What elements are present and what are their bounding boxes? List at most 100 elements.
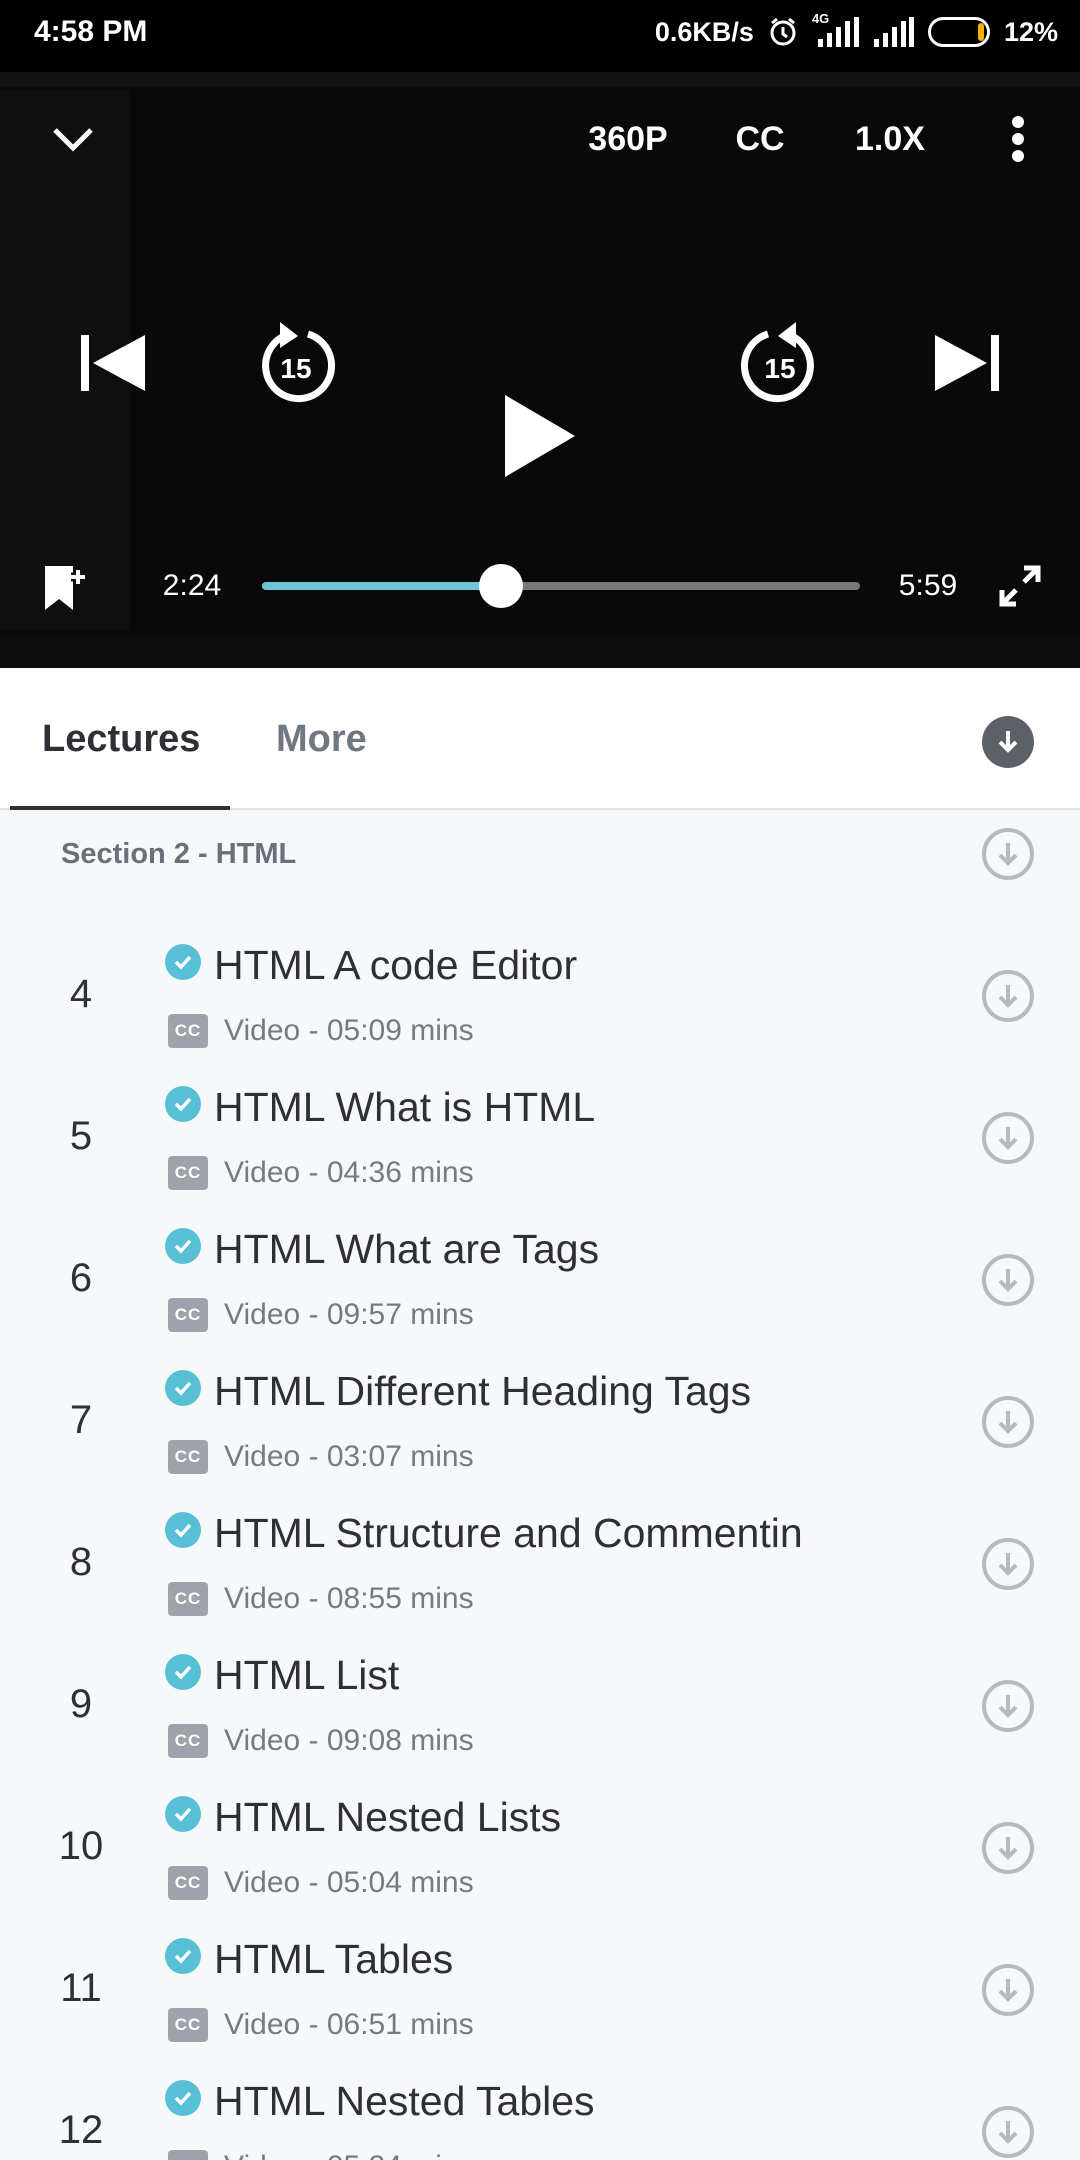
seek-bar-thumb[interactable]	[479, 564, 524, 608]
lecture-meta: Video - 09:57 mins	[224, 1298, 474, 1331]
lecture-download-button[interactable]	[982, 1396, 1034, 1448]
play-icon	[505, 395, 575, 477]
download-icon	[998, 985, 1018, 1008]
collapse-button[interactable]	[46, 112, 100, 166]
lecture-download-button[interactable]	[982, 1964, 1034, 2016]
more-options-button[interactable]	[1000, 108, 1036, 170]
captions-button[interactable]: CC	[722, 112, 798, 166]
closed-captions-icon: CC	[168, 2008, 208, 2042]
status-indicators: 0.6KB/s 4G 12%	[654, 11, 1058, 52]
active-tab-indicator	[10, 806, 230, 810]
tab-lectures[interactable]: Lectures	[42, 718, 200, 761]
bookmark-add-icon	[45, 566, 85, 610]
lecture-number: 8	[69, 1540, 93, 1584]
lecture-meta: Video - 06:51 mins	[224, 2008, 474, 2041]
fullscreen-icon	[999, 565, 1041, 607]
lecture-row[interactable]: 8 HTML Structure and Commentin CC Video - 0…	[0, 1498, 1080, 1640]
lecture-meta: Video - 05:24 mins	[224, 2150, 474, 2160]
lecture-row[interactable]: 10 HTML Nested Lists CC Video - 05:04 mins	[0, 1782, 1080, 1924]
previous-button[interactable]	[76, 326, 150, 400]
play-button[interactable]	[496, 388, 582, 484]
seek-bar[interactable]	[262, 564, 860, 608]
lecture-meta: Video - 05:04 mins	[224, 1866, 474, 1899]
closed-captions-icon: CC	[168, 1298, 208, 1332]
status-bar: 4:58 PM 0.6KB/s 4G 12%	[0, 0, 1080, 72]
closed-captions-icon: CC	[168, 1014, 208, 1048]
download-icon	[998, 1127, 1018, 1150]
speed-button[interactable]: 1.0X	[842, 112, 938, 166]
lecture-title: HTML Tables	[214, 1936, 454, 1982]
video-player[interactable]: 360P CC 1.0X 15 15 2:24 5:59	[0, 72, 1080, 668]
network-type: 4G	[811, 11, 830, 26]
completed-check-icon	[165, 1938, 201, 1974]
next-button[interactable]	[930, 326, 1004, 400]
lecture-download-button[interactable]	[982, 2106, 1034, 2158]
quality-button[interactable]: 360P	[570, 112, 686, 166]
lecture-row[interactable]: 11 HTML Tables CC Video - 06:51 mins	[0, 1924, 1080, 2066]
download-icon	[998, 731, 1018, 753]
skip-next-icon	[935, 335, 999, 391]
lecture-number: 11	[60, 1966, 102, 2010]
status-time: 4:58 PM	[34, 15, 148, 48]
download-icon	[998, 1553, 1018, 1576]
section-download-button[interactable]	[982, 828, 1034, 880]
lecture-download-button[interactable]	[982, 1254, 1034, 1306]
lecture-title: HTML Nested Tables	[214, 2078, 595, 2124]
battery-level	[977, 23, 984, 41]
download-icon	[998, 843, 1018, 866]
lecture-title: HTML List	[214, 1652, 400, 1698]
lecture-download-button[interactable]	[982, 970, 1034, 1022]
download-icon	[998, 1837, 1018, 1860]
lecture-title: HTML Structure and Commentin	[214, 1510, 803, 1556]
rewind-seconds: 15	[280, 353, 312, 384]
closed-captions-icon: CC	[168, 1582, 208, 1616]
download-icon	[998, 1979, 1018, 2002]
chevron-down-icon	[53, 128, 93, 152]
signal-icon	[873, 17, 914, 47]
completed-check-icon	[165, 1512, 201, 1548]
lecture-download-button[interactable]	[982, 1822, 1034, 1874]
completed-check-icon	[165, 1086, 201, 1122]
lecture-row[interactable]: 7 HTML Different Heading Tags CC Video - 03…	[0, 1356, 1080, 1498]
closed-captions-icon: CC	[168, 1866, 208, 1900]
completed-check-icon	[165, 2080, 201, 2116]
lecture-download-button[interactable]	[982, 1680, 1034, 1732]
completed-check-icon	[165, 1370, 201, 1406]
lecture-number: 7	[69, 1398, 93, 1442]
forward-button[interactable]: 15	[738, 318, 822, 408]
network-speed: 0.6KB/s	[654, 16, 754, 47]
lecture-download-button[interactable]	[982, 1538, 1034, 1590]
lecture-title: HTML Different Heading Tags	[214, 1368, 752, 1414]
lecture-row[interactable]: 12 HTML Nested Tables CC Video - 05:24 mins	[0, 2066, 1080, 2160]
download-icon	[998, 1695, 1018, 1718]
lecture-meta: Video - 04:36 mins	[224, 1156, 474, 1189]
fullscreen-button[interactable]	[996, 560, 1044, 612]
lecture-row[interactable]: 9 HTML List CC Video - 09:08 mins	[0, 1640, 1080, 1782]
lecture-meta: Video - 09:08 mins	[224, 1724, 474, 1757]
tab-more[interactable]: More	[276, 718, 367, 761]
lecture-meta: Video - 03:07 mins	[224, 1440, 474, 1473]
bookmark-add-button[interactable]	[38, 560, 90, 616]
download-icon	[998, 2121, 1018, 2144]
completed-check-icon	[165, 1654, 201, 1690]
alarm-icon	[768, 17, 798, 47]
lecture-meta: Video - 08:55 mins	[224, 1582, 474, 1615]
closed-captions-icon: CC	[168, 1724, 208, 1758]
rewind-button[interactable]: 15	[254, 318, 338, 408]
section-title: Section 2 - HTML	[61, 838, 297, 870]
lecture-row[interactable]: 5 HTML What is HTML CC Video - 04:36 mins	[0, 1072, 1080, 1214]
lecture-row[interactable]: 6 HTML What are Tags CC Video - 09:57 mins	[0, 1214, 1080, 1356]
signal-4g-icon: 4G	[812, 11, 860, 47]
lecture-title: HTML Nested Lists	[214, 1794, 562, 1840]
lecture-row[interactable]: 4 HTML A code Editor CC Video - 05:09 mins	[0, 930, 1080, 1072]
seek-bar-progress	[262, 582, 502, 590]
completed-check-icon	[165, 944, 201, 980]
closed-captions-icon: CC	[168, 2150, 208, 2160]
lecture-download-button[interactable]	[982, 1112, 1034, 1164]
skip-previous-icon	[81, 335, 145, 391]
current-time: 2:24	[162, 569, 222, 602]
kebab-menu-icon	[1012, 116, 1024, 162]
download-all-button[interactable]	[982, 716, 1034, 768]
completed-check-icon	[165, 1796, 201, 1832]
lecture-number: 12	[58, 2108, 104, 2152]
